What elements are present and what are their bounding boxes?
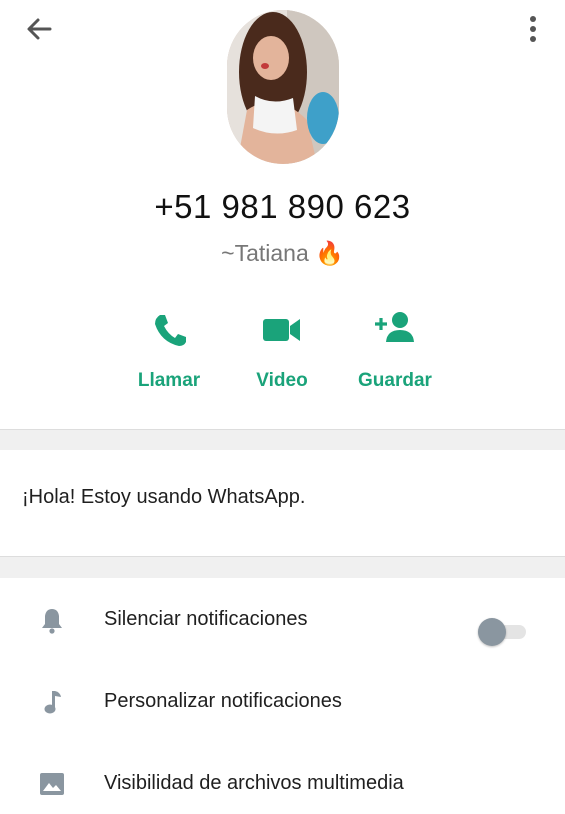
video-button[interactable]: Video: [222, 306, 342, 392]
mute-notifications-label: Silenciar notificaciones: [104, 608, 308, 630]
about-text: ¡Hola! Estoy usando WhatsApp.: [22, 486, 306, 508]
profile-photo: [227, 10, 339, 164]
media-visibility-label: Visibilidad de archivos multimedia: [104, 772, 404, 794]
bell-icon: [42, 609, 62, 634]
video-label: Video: [256, 370, 308, 391]
notification-options: Silenciar notificaciones Personalizar no…: [0, 578, 565, 800]
custom-notifications-label: Personalizar notificaciones: [104, 690, 342, 712]
call-label: Llamar: [137, 370, 201, 391]
mute-notifications-row[interactable]: Silenciar notificaciones: [0, 590, 565, 650]
contact-pushname: ~Tatiana 🔥: [221, 240, 344, 266]
save-contact-button[interactable]: Guardar: [335, 306, 455, 392]
add-contact-icon: [375, 312, 414, 342]
section-divider: [0, 556, 565, 578]
contact-header: +51 981 890 623 ~Tatiana 🔥 Llamar Video …: [0, 0, 565, 430]
avatar[interactable]: [227, 10, 339, 164]
toggle-thumb: [478, 618, 506, 646]
custom-notifications-row[interactable]: Personalizar notificaciones: [0, 672, 565, 732]
call-button[interactable]: Llamar: [109, 306, 229, 392]
section-divider: [0, 430, 565, 450]
image-icon: [40, 773, 64, 795]
save-label: Guardar: [358, 370, 432, 391]
back-button[interactable]: [22, 14, 58, 44]
more-vert-icon: [530, 16, 536, 42]
divider-line: [0, 556, 565, 557]
contact-phone: +51 981 890 623: [154, 188, 411, 225]
about-section[interactable]: ¡Hola! Estoy usando WhatsApp.: [0, 450, 565, 556]
video-camera-icon: [263, 319, 300, 341]
arrow-left-icon: [27, 18, 52, 40]
divider-line: [0, 429, 565, 430]
music-note-icon: [44, 691, 61, 714]
more-options-button[interactable]: [522, 14, 544, 44]
mute-toggle[interactable]: [478, 618, 526, 646]
media-visibility-row[interactable]: Visibilidad de archivos multimedia: [0, 754, 565, 814]
phone-icon: [155, 315, 186, 346]
